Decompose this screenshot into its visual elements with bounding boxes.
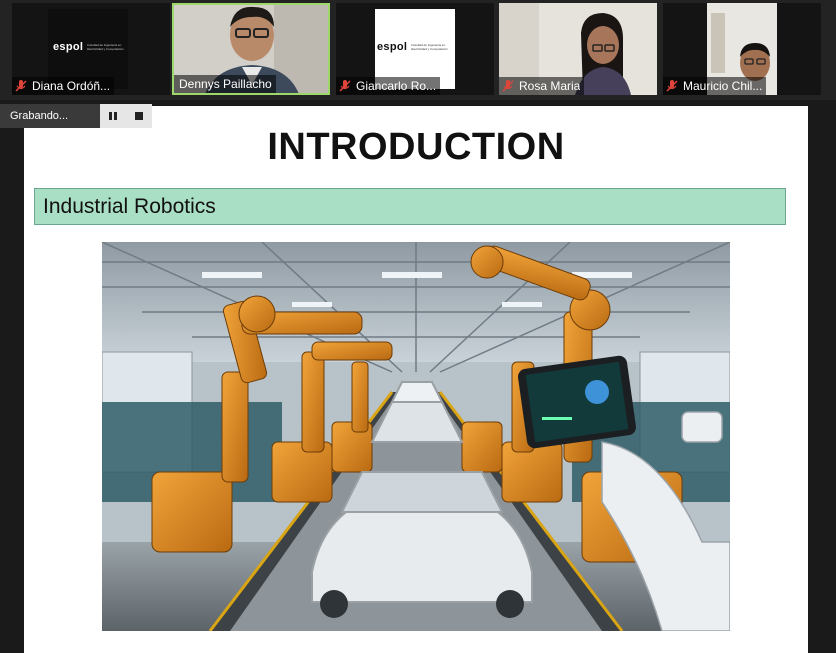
mic-muted-icon: [666, 80, 678, 92]
participant-tile-dennys[interactable]: Dennys Paillacho: [172, 3, 330, 95]
recording-label: Grabando...: [0, 104, 100, 128]
mic-muted-icon: [339, 80, 351, 92]
shared-slide: INTRODUCTION Industrial Robotics: [24, 106, 808, 653]
recording-indicator: Grabando...: [0, 104, 152, 128]
mic-muted-icon: [502, 80, 514, 92]
participant-tile-rosa[interactable]: Rosa Maria: [499, 3, 657, 95]
espol-logo: espol: [377, 41, 408, 53]
participant-name: Giancarlo Ro...: [356, 79, 437, 93]
slide-title: INTRODUCTION: [267, 126, 565, 168]
section-heading-box: Industrial Robotics: [34, 188, 786, 225]
espol-logo-subtitle: Facultad de Ingeniería en Electricidad y…: [411, 43, 448, 51]
participant-name: Diana Ordóñ...: [32, 79, 111, 93]
participant-name: Dennys Paillacho: [179, 77, 272, 91]
espol-logo-subtitle: Facultad de Ingeniería en Electricidad y…: [87, 43, 124, 51]
factory-robots-photo: [102, 242, 730, 631]
stop-recording-button[interactable]: [126, 104, 152, 128]
participant-tile-mauricio[interactable]: Mauricio Chil...: [663, 3, 821, 95]
espol-logo: espol: [53, 41, 84, 53]
participant-name-bar: Diana Ordóñ...: [12, 77, 115, 95]
pause-recording-button[interactable]: [100, 104, 126, 128]
pause-icon: [109, 112, 117, 120]
participant-name-bar: Rosa Maria: [499, 77, 585, 95]
stop-icon: [135, 112, 143, 120]
participant-name-bar: Giancarlo Ro...: [336, 77, 441, 95]
participant-tile-diana[interactable]: espol Facultad de Ingeniería en Electric…: [12, 3, 170, 95]
participant-name: Rosa Maria: [519, 79, 581, 93]
participant-name-bar: Mauricio Chil...: [663, 77, 767, 95]
section-heading: Industrial Robotics: [43, 195, 216, 218]
participant-tile-giancarlo[interactable]: espol Facultad de Ingeniería en Electric…: [336, 3, 494, 95]
participant-name-bar: Dennys Paillacho: [174, 75, 276, 93]
participant-name: Mauricio Chil...: [683, 79, 763, 93]
participant-strip: espol Facultad de Ingeniería en Electric…: [0, 0, 836, 100]
mic-muted-icon: [15, 80, 27, 92]
